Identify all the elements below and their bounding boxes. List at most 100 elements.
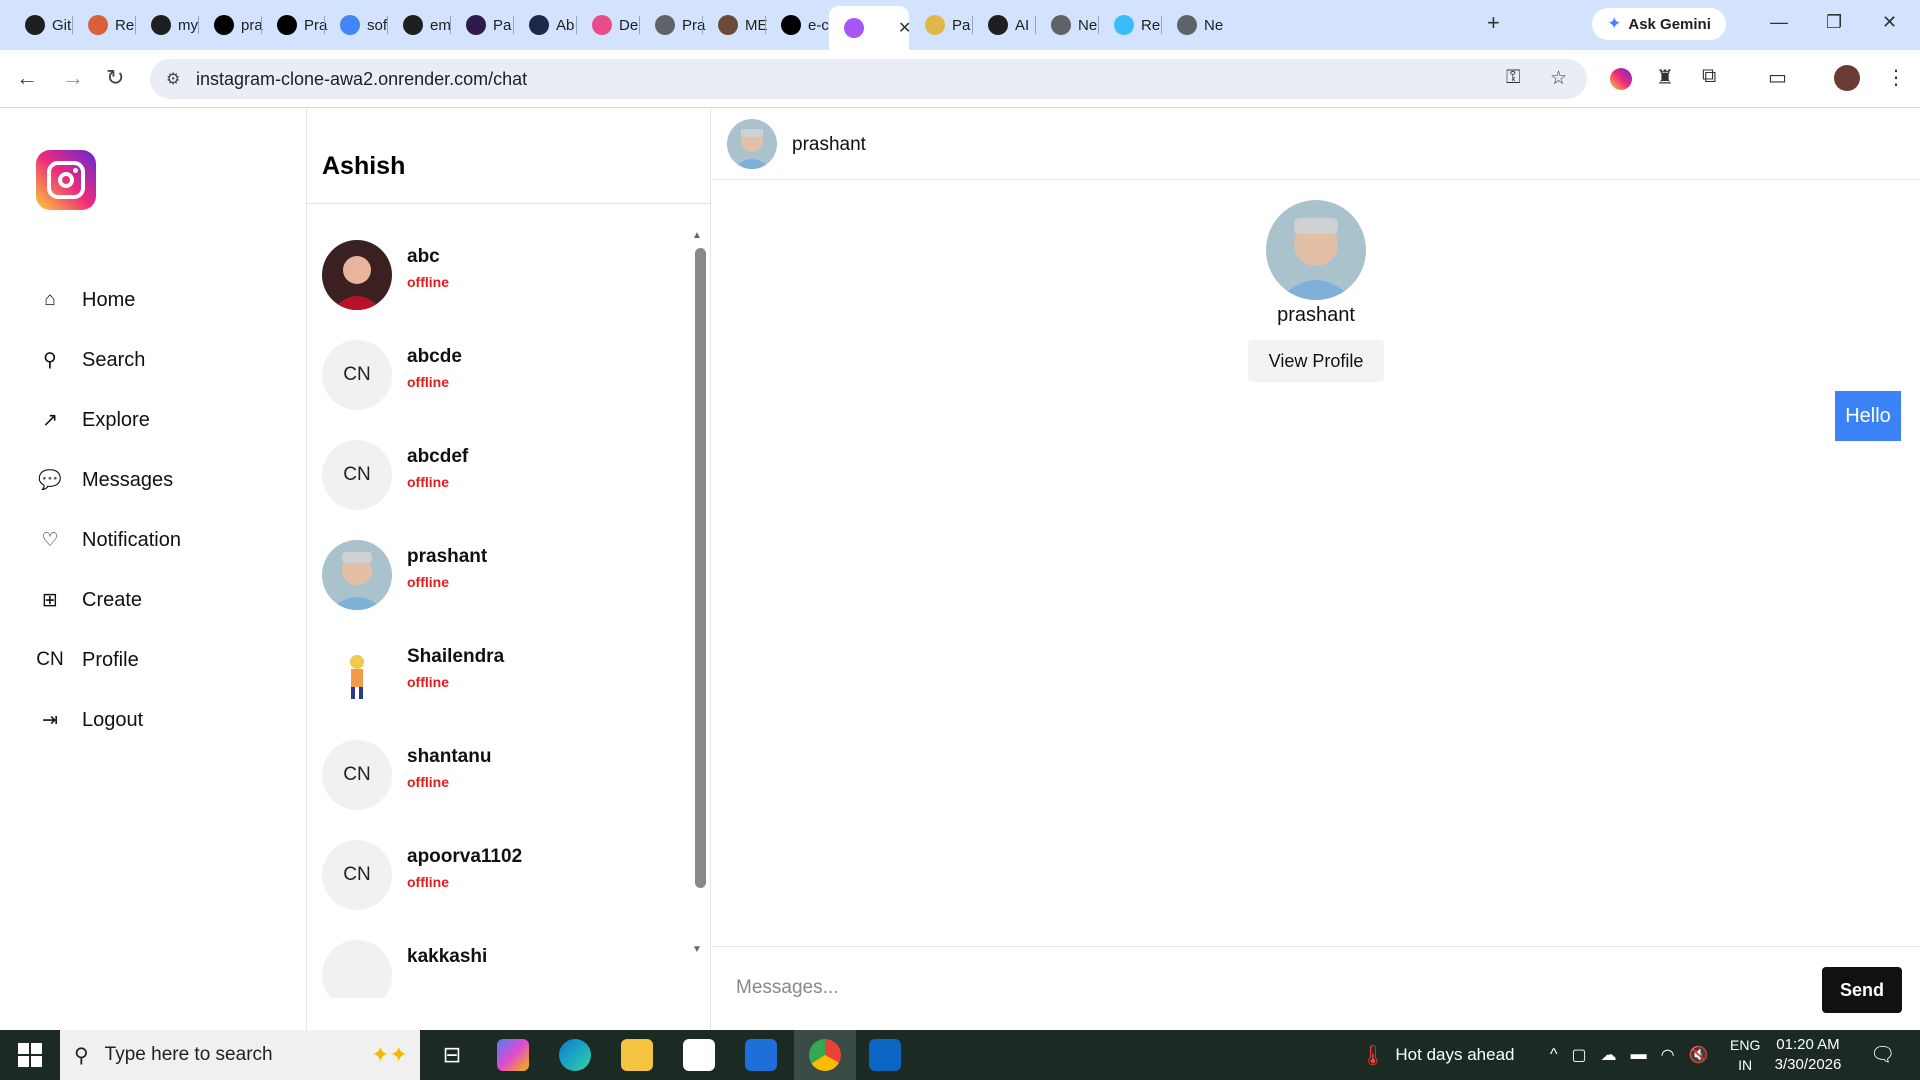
extensions-puzzle-icon[interactable]: ⧉ [1702, 65, 1716, 88]
send-button[interactable]: Send [1822, 967, 1902, 1013]
clock[interactable]: 01:20 AM 3/30/2026 [1758, 1035, 1858, 1075]
password-key-icon[interactable]: ⚿ [1506, 67, 1520, 89]
onedrive-icon[interactable]: ☁ [1601, 1045, 1617, 1065]
file-explorer-icon[interactable] [621, 1039, 653, 1071]
reload-icon[interactable]: ↻ [106, 65, 124, 91]
chevron-up-icon[interactable]: ^ [1550, 1046, 1558, 1064]
browser-tab[interactable]: my [136, 9, 199, 41]
tab-favicon-icon [151, 15, 171, 35]
conversation-avatar: CN [322, 440, 392, 510]
conversation-item[interactable]: CN shantanu offline [322, 740, 682, 812]
browser-tab[interactable]: pra [199, 9, 263, 41]
copilot-icon[interactable] [497, 1039, 529, 1071]
nav-item-search[interactable]: ⚲ Search [36, 343, 145, 377]
browser-tab[interactable]: De [577, 9, 640, 41]
notification-center-icon[interactable]: 🗨 [1870, 1042, 1895, 1067]
tab-favicon-icon [844, 18, 864, 38]
nav-item-messages[interactable]: 💬 Messages [36, 463, 173, 497]
weather-widget[interactable]: 🌡 Hot days ahead [1360, 1030, 1514, 1080]
instagram-extension-icon[interactable] [1610, 68, 1632, 90]
browser-tab[interactable]: sof [325, 9, 388, 41]
browser-tab[interactable]: Pra [640, 9, 705, 41]
chrome-taskbar-active[interactable] [794, 1030, 856, 1080]
scroll-down-icon[interactable]: ▼ [692, 944, 702, 955]
nav-item-create[interactable]: ⊞ Create [36, 583, 142, 617]
instagram-logo[interactable] [36, 150, 96, 210]
forward-icon[interactable]: → [62, 65, 84, 91]
browser-tab[interactable]: em [388, 9, 451, 41]
conversation-item[interactable]: abc offline [322, 240, 682, 312]
chat-header-name[interactable]: prashant [792, 134, 866, 156]
conversation-item[interactable]: CN abcde offline [322, 340, 682, 412]
edge-browser-icon[interactable] [559, 1039, 591, 1071]
browser-tab[interactable]: Ne [1162, 9, 1225, 41]
tab-label: Ne [1078, 16, 1098, 34]
language-indicator[interactable]: ENG IN [1730, 1035, 1760, 1075]
tab-label: em [430, 16, 451, 34]
chat-header-avatar[interactable] [727, 119, 777, 169]
restore-icon[interactable]: ❐ [1826, 12, 1842, 33]
tab-label: Re [115, 16, 135, 34]
explore-icon: ↗ [42, 409, 58, 431]
profile-avatar[interactable] [1834, 65, 1860, 91]
address-bar[interactable]: ⚙ instagram-clone-awa2.onrender.com/chat… [150, 59, 1587, 99]
nav-item-label: Logout [82, 708, 144, 731]
menu-kebab-icon[interactable]: ⋮ [1886, 65, 1906, 90]
browser-tab[interactable]: Pra [262, 9, 327, 41]
windows-start-icon[interactable] [18, 1043, 42, 1067]
browser-tab[interactable]: ✕ [829, 6, 911, 50]
minimize-icon[interactable]: — [1770, 12, 1788, 33]
view-profile-button[interactable]: View Profile [1248, 340, 1384, 382]
site-settings-icon[interactable]: ⚙ [166, 69, 180, 89]
volume-mute-icon[interactable]: 🔇 [1689, 1045, 1709, 1065]
new-tab-button[interactable]: + [1487, 10, 1500, 36]
conversation-avatar: CN [322, 740, 392, 810]
battery-icon[interactable]: ▬ [1631, 1046, 1647, 1064]
task-view-icon[interactable]: ⊟ [436, 1039, 468, 1071]
reading-mode-icon[interactable]: ▭ [1768, 65, 1787, 90]
taskbar-search-box[interactable]: ⚲ Type here to search ✦✦ [60, 1030, 420, 1080]
conversation-item[interactable]: Shailendra offline [322, 640, 682, 712]
conversation-item[interactable]: CN apoorva1102 offline [322, 840, 682, 912]
scroll-up-icon[interactable]: ▲ [692, 230, 702, 241]
browser-tab[interactable]: Ne [1036, 9, 1099, 41]
nav-item-profile[interactable]: CN Profile [36, 643, 138, 677]
conversation-avatar [322, 940, 392, 998]
tab-label: e-c [808, 16, 829, 34]
nav-item-logout[interactable]: ⇥ Logout [36, 703, 143, 737]
close-window-icon[interactable]: ✕ [1882, 12, 1897, 33]
outlook-icon[interactable] [745, 1039, 777, 1071]
browser-tab[interactable]: Git [10, 9, 73, 41]
nav-item-home[interactable]: ⌂ Home [36, 283, 135, 317]
extension-icon[interactable]: ♜ [1656, 65, 1674, 90]
conversation-status: offline [407, 474, 449, 490]
browser-tab[interactable]: Re [73, 9, 136, 41]
nav-item-notification[interactable]: ♡ Notification [36, 523, 181, 557]
browser-tab[interactable]: Re [1099, 9, 1162, 41]
browser-tab[interactable]: e-c [766, 9, 829, 41]
conversation-item[interactable]: CN abcdef offline [322, 440, 682, 512]
nav-item-label: Notification [82, 528, 181, 551]
browser-tab[interactable]: AI [973, 9, 1036, 41]
conversation-name: abcdef [407, 446, 469, 467]
meet-icon[interactable]: ▢ [1572, 1045, 1587, 1065]
scrollbar-thumb[interactable] [695, 248, 706, 888]
browser-tab[interactable]: ME [703, 9, 768, 41]
vscode-icon[interactable] [869, 1039, 901, 1071]
nav-item-explore[interactable]: ↗ Explore [36, 403, 150, 437]
conversation-item[interactable]: kakkashi [322, 940, 682, 998]
chat-panel: prashant prashant View Profile Hello Sen… [712, 108, 1920, 1030]
browser-tab[interactable]: Pa [910, 9, 973, 41]
url-text[interactable]: instagram-clone-awa2.onrender.com/chat [196, 69, 527, 90]
tab-label: Re [1141, 16, 1161, 34]
message-input[interactable] [736, 971, 1796, 1005]
conversation-item[interactable]: prashant offline [322, 540, 682, 612]
browser-tab[interactable]: Ab [514, 9, 577, 41]
microsoft-store-icon[interactable] [683, 1039, 715, 1071]
wifi-icon[interactable]: ◠ [1661, 1045, 1675, 1065]
bookmark-star-icon[interactable]: ☆ [1550, 67, 1567, 90]
tab-label: sof [367, 16, 388, 34]
browser-tab[interactable]: Pa [451, 9, 514, 41]
back-icon[interactable]: ← [16, 65, 38, 91]
ask-gemini-button[interactable]: ✦ Ask Gemini [1592, 8, 1726, 40]
